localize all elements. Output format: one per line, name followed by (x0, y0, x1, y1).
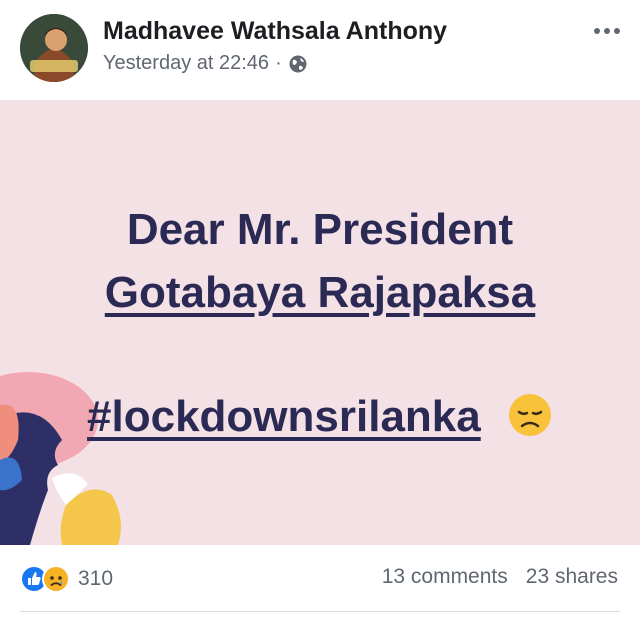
disappointed-face-emoji-icon (508, 394, 551, 437)
dot-icon (604, 28, 610, 34)
shares-count-link[interactable]: 23 shares (526, 565, 618, 589)
post-meta: Yesterday at 22:46 · (103, 52, 308, 75)
comments-count-link[interactable]: 13 comments (382, 565, 508, 589)
post-header: Madhavee Wathsala Anthony Yesterday at 2… (0, 0, 640, 100)
image-text-line-1: Dear Mr. President (126, 205, 514, 254)
author-avatar[interactable] (20, 14, 88, 82)
avatar-image (20, 14, 88, 82)
footer-divider (20, 611, 620, 612)
more-options-button[interactable] (594, 28, 620, 34)
decorative-faces-illustration (0, 372, 121, 545)
post-timestamp[interactable]: Yesterday at 22:46 (103, 52, 269, 75)
meta-separator: · (275, 52, 282, 74)
post-image[interactable]: Dear Mr. President Gotabaya Rajapaksa #l… (0, 100, 640, 545)
author-name[interactable]: Madhavee Wathsala Anthony (103, 17, 447, 46)
reaction-count: 310 (78, 567, 114, 590)
sad-icon (42, 565, 70, 593)
dot-icon (594, 28, 600, 34)
reactions-summary[interactable]: 310 (20, 565, 113, 593)
image-text-line-2: Gotabaya Rajapaksa (0, 268, 640, 318)
globe-icon[interactable] (288, 54, 308, 74)
post-footer: 310 13 comments 23 shares (0, 545, 640, 623)
image-text-line-3: #lockdownsrilanka (0, 392, 640, 442)
engagement-stats: 13 comments 23 shares (382, 565, 618, 589)
dot-icon (614, 28, 620, 34)
image-text-hashtag: #lockdownsrilanka (87, 392, 481, 441)
image-text-name: Gotabaya Rajapaksa (104, 268, 536, 317)
